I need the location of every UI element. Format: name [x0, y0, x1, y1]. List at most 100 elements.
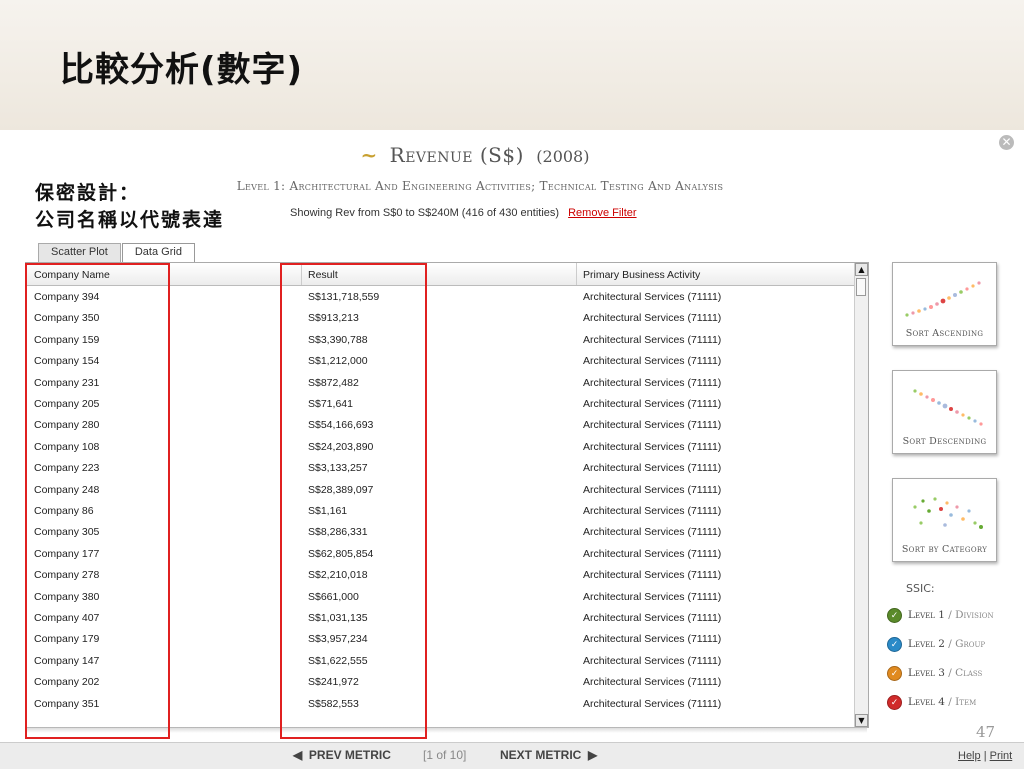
- cell-result: S$3,390,788: [308, 333, 368, 346]
- cell-result: S$54,166,693: [308, 419, 374, 432]
- cell-company-name: Company 86: [34, 505, 94, 517]
- table-row[interactable]: Company 394 S$131,718,559 Architectural Se…: [26, 287, 854, 308]
- cell-company-name: Company 407: [34, 612, 100, 624]
- cell-company-name: Company 205: [34, 398, 100, 410]
- ssic-level-2[interactable]: ✓ Level 2 / Group: [887, 635, 985, 653]
- cell-business-activity: Architectural Services (71111): [583, 569, 722, 582]
- table-row[interactable]: Company 278 S$2,210,018 Architectural Serv…: [26, 565, 854, 586]
- cell-business-activity: Architectural Services (71111): [583, 462, 722, 475]
- cell-result: S$131,718,559: [308, 291, 380, 303]
- close-icon[interactable]: ✕: [999, 135, 1014, 150]
- cell-company-name: Company 177: [34, 547, 100, 560]
- cell-business-activity: Architectural Services (71111): [583, 483, 722, 496]
- ssic-level-1[interactable]: ✓ Level 1 / Division: [887, 606, 994, 624]
- tab-scatter-plot[interactable]: Scatter Plot: [38, 243, 121, 262]
- cell-business-activity: Architectural Services (71111): [583, 333, 722, 346]
- cell-company-name: Company 154: [34, 355, 100, 368]
- data-grid: Company Name Result Primary Business Act…: [25, 262, 869, 728]
- filter-status: Showing Rev from S$0 to S$240M (416 of 4…: [290, 207, 637, 219]
- table-row[interactable]: Company 380 S$661,000 Architectural Servic…: [26, 587, 854, 608]
- cell-business-activity: Architectural Services (71111): [583, 633, 722, 646]
- ssic-level-number: Level 1: [908, 609, 945, 621]
- ssic-level-separator: /: [944, 696, 956, 708]
- sort-category-button[interactable]: Sort by Category: [892, 478, 997, 562]
- table-row[interactable]: Company 147 S$1,622,555 Architectural Serv…: [26, 651, 854, 672]
- view-tabs: Scatter Plot Data Grid: [38, 243, 196, 262]
- scroll-thumb[interactable]: [856, 278, 866, 296]
- help-links: Help | Print: [958, 750, 1012, 762]
- cell-company-name: Company 394: [34, 291, 100, 303]
- prev-metric-button[interactable]: ◀ PREV METRIC: [293, 748, 391, 762]
- table-row[interactable]: Company 159 S$3,390,788 Architectural Serv…: [26, 330, 854, 351]
- column-header-activity[interactable]: Primary Business Activity: [583, 269, 700, 281]
- sort-ascending-label: Sort Ascending: [905, 328, 984, 339]
- cell-result: S$3,133,257: [308, 462, 368, 475]
- cell-company-name: Company 380: [34, 590, 100, 603]
- checkmark-icon[interactable]: ✓: [887, 607, 902, 623]
- cell-business-activity: Architectural Services (71111): [583, 676, 722, 689]
- slide-title: 比較分析(數字): [60, 50, 304, 90]
- cell-business-activity: Architectural Services (71111): [583, 697, 722, 710]
- ssic-level-separator: /: [944, 609, 956, 621]
- cell-result: S$913,213: [308, 312, 359, 325]
- column-divider[interactable]: [576, 263, 577, 285]
- ssic-level-4[interactable]: ✓ Level 4 / Item: [887, 693, 976, 711]
- cell-company-name: Company 305: [34, 526, 100, 539]
- checkmark-icon[interactable]: ✓: [887, 694, 902, 710]
- sort-descending-label: Sort Descending: [902, 436, 987, 447]
- table-row[interactable]: Company 231 S$872,482 Architectural Servic…: [26, 373, 854, 394]
- table-row[interactable]: Company 248 S$28,389,097 Architectural Ser…: [26, 480, 854, 501]
- metric-name: Revenue (S$): [389, 143, 524, 167]
- table-row[interactable]: Company 223 S$3,133,257 Architectural Serv…: [26, 458, 854, 479]
- scroll-up-icon[interactable]: ▲: [855, 263, 868, 276]
- table-row[interactable]: Company 154 S$1,212,000 Architectural Serv…: [26, 351, 854, 372]
- next-arrow-icon: ▶: [581, 748, 598, 762]
- table-row[interactable]: Company 179 S$3,957,234 Architectural Serv…: [26, 629, 854, 650]
- help-separator: |: [983, 750, 987, 762]
- checkmark-icon[interactable]: ✓: [887, 636, 902, 652]
- cell-result: S$1,622,555: [308, 654, 368, 667]
- cell-business-activity: Architectural Services (71111): [583, 376, 722, 389]
- cell-business-activity: Architectural Services (71111): [583, 505, 722, 517]
- table-row[interactable]: Company 205 S$71,641 Architectural Service…: [26, 394, 854, 415]
- ssic-level-name: Group: [955, 638, 986, 650]
- table-row[interactable]: Company 351 S$582,553 Architectural Servic…: [26, 694, 854, 715]
- table-row[interactable]: Company 177 S$62,805,854 Architectural Ser…: [26, 544, 854, 565]
- grid-scrollbar[interactable]: ▲ ▼: [854, 263, 868, 727]
- scroll-down-icon[interactable]: ▼: [855, 714, 868, 727]
- ssic-level-label: Level 4 / Item: [908, 696, 976, 708]
- table-row[interactable]: Company 86 S$1,161 Architectural Services …: [26, 501, 854, 522]
- table-row[interactable]: Company 350 S$913,213 Architectural Servic…: [26, 308, 854, 329]
- cell-result: S$28,389,097: [308, 483, 374, 496]
- cell-business-activity: Architectural Services (71111): [583, 547, 722, 560]
- cell-result: S$1,161: [308, 505, 348, 517]
- metric-title: ~ Revenue (S$) (2008): [0, 143, 950, 167]
- print-link[interactable]: Print: [990, 750, 1013, 762]
- cell-company-name: Company 202: [34, 676, 100, 689]
- table-row[interactable]: Company 108 S$24,203,890 Architectural Ser…: [26, 437, 854, 458]
- ssic-level-name: Class: [955, 667, 983, 679]
- ssic-level-label: Level 1 / Division: [908, 609, 994, 621]
- table-row[interactable]: Company 202 S$241,972 Architectural Servic…: [26, 672, 854, 693]
- next-metric-button[interactable]: NEXT METRIC ▶: [500, 748, 597, 762]
- column-header-company[interactable]: Company Name: [34, 269, 110, 281]
- ssic-level-number: Level 2: [908, 638, 945, 650]
- table-row[interactable]: Company 305 S$8,286,331 Architectural Serv…: [26, 522, 854, 543]
- cell-result: S$2,210,018: [308, 569, 368, 582]
- cell-result: S$62,805,854: [308, 547, 374, 560]
- tab-data-grid[interactable]: Data Grid: [121, 243, 195, 262]
- sort-descending-button[interactable]: Sort Descending: [892, 370, 997, 454]
- sort-ascending-button[interactable]: Sort Ascending: [892, 262, 997, 346]
- cell-business-activity: Architectural Services (71111): [583, 612, 722, 624]
- cell-result: S$661,000: [308, 590, 359, 603]
- column-header-result[interactable]: Result: [308, 269, 338, 281]
- ssic-level-3[interactable]: ✓ Level 3 / Class: [887, 664, 982, 682]
- column-divider[interactable]: [301, 263, 302, 285]
- remove-filter-link[interactable]: Remove Filter: [568, 207, 636, 219]
- table-row[interactable]: Company 280 S$54,166,693 Architectural Ser…: [26, 415, 854, 436]
- grid-header: Company Name Result Primary Business Act…: [26, 263, 854, 286]
- metric-menu-icon[interactable]: ~: [361, 143, 378, 167]
- help-link[interactable]: Help: [958, 750, 981, 762]
- table-row[interactable]: Company 407 S$1,031,135 Architectural Serv…: [26, 608, 854, 629]
- checkmark-icon[interactable]: ✓: [887, 665, 902, 681]
